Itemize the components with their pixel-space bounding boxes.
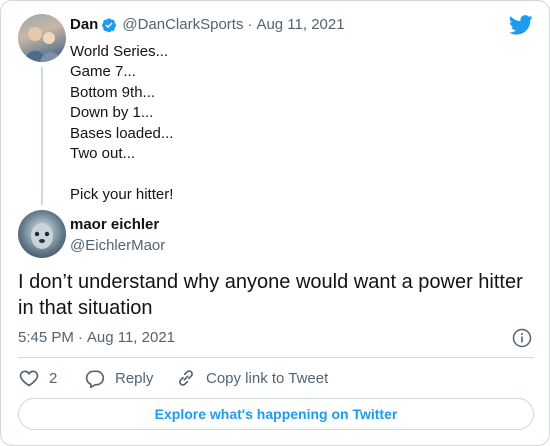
avatar[interactable]	[18, 210, 66, 258]
like-count: 2	[49, 369, 58, 387]
tweet-line: Game 7...	[70, 63, 136, 81]
tweet-line: Down by 1...	[70, 104, 154, 122]
tweet-line: Bases loaded...	[70, 124, 174, 142]
tweet-line: World Series...	[70, 43, 169, 60]
reply-button[interactable]: Reply	[85, 368, 153, 388]
tweet-line: Pick your hitter!	[70, 185, 174, 203]
divider	[18, 357, 534, 358]
copy-link-label: Copy link to Tweet	[206, 369, 329, 387]
tweet-line: Two out...	[70, 144, 136, 162]
thread-connector-line	[41, 67, 43, 205]
avatar[interactable]	[18, 14, 66, 62]
verified-badge-icon	[102, 17, 117, 32]
reply-label: Reply	[115, 369, 154, 387]
reply-author-name[interactable]: maor eichler	[70, 216, 159, 233]
reply-author-handle[interactable]: @EichlerMaor	[70, 237, 165, 254]
tweet-line	[70, 164, 173, 184]
like-button[interactable]: 2	[19, 368, 57, 388]
heart-icon	[19, 370, 39, 387]
twitter-bird-icon[interactable]	[509, 15, 533, 35]
tweet-line: Bottom 9th...	[70, 83, 156, 101]
explore-twitter-button[interactable]: Explore what's happening on Twitter	[18, 398, 534, 430]
tweet-date[interactable]: Aug 11, 2021	[87, 329, 175, 346]
separator-dot: ·	[77, 329, 83, 346]
tweet-time[interactable]: 5:45 PM	[18, 329, 74, 346]
copy-link-button[interactable]: Copy link to Tweet	[176, 368, 328, 388]
author-handle[interactable]: @DanClarkSports	[122, 16, 243, 33]
tweet-timestamp[interactable]: 5:45 PM · Aug 11, 2021	[18, 329, 175, 346]
info-icon[interactable]	[512, 328, 532, 348]
link-icon	[179, 370, 193, 386]
separator-dot: ·	[247, 16, 253, 33]
reply-bubble-icon	[85, 370, 105, 388]
embedded-tweet-card: Dan @DanClarkSports · Aug 11, 2021 World…	[0, 0, 550, 446]
author-name[interactable]: Dan	[70, 16, 98, 33]
parent-tweet-text: World Series... Game 7... Bottom 9th... …	[70, 42, 173, 205]
parent-tweet-header: Dan @DanClarkSports · Aug 11, 2021	[70, 16, 345, 33]
tweet-date[interactable]: Aug 11, 2021	[256, 16, 344, 33]
reply-tweet-text: I don’t understand why anyone would want…	[18, 271, 523, 319]
